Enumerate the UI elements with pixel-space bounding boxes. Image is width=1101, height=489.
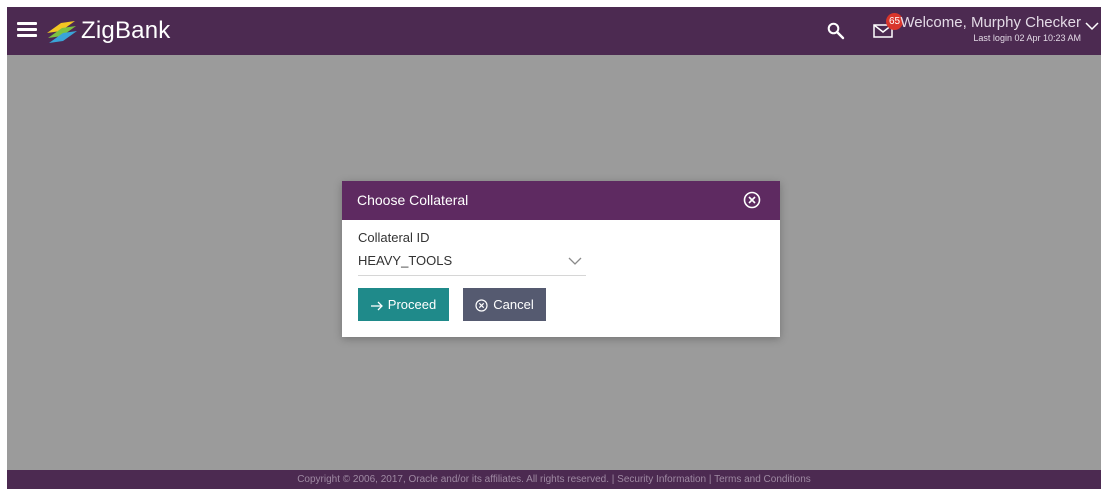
page-footer: Copyright © 2006, 2017, Oracle and/or it…: [7, 470, 1101, 489]
dialog-title: Choose Collateral: [357, 192, 469, 208]
copyright-text: Copyright © 2006, 2017, Oracle and/or it…: [297, 474, 609, 485]
search-icon[interactable]: [827, 22, 845, 40]
top-header: ZigBank 65 Welcome, Murphy Checker Last …: [7, 7, 1101, 55]
arrow-right-icon: [370, 301, 383, 311]
footer-text: Copyright © 2006, 2017, Oracle and/or it…: [7, 474, 1101, 485]
choose-collateral-dialog: Choose Collateral Collateral ID HEAVY_TO…: [342, 181, 780, 337]
chevron-down-icon: [568, 257, 582, 265]
chevron-down-icon[interactable]: [1085, 21, 1099, 31]
close-circle-icon[interactable]: [743, 191, 761, 209]
security-information-link[interactable]: Security Information: [617, 474, 706, 485]
welcome-text: Welcome, Murphy Checker: [900, 14, 1081, 31]
zigbank-logo-icon: [47, 21, 77, 43]
app-frame: ZigBank 65 Welcome, Murphy Checker Last …: [7, 7, 1101, 489]
cancel-circle-icon: [475, 299, 488, 312]
brand-name: ZigBank: [81, 17, 171, 44]
dialog-header: Choose Collateral: [342, 181, 780, 220]
collateral-id-value: HEAVY_TOOLS: [358, 253, 453, 268]
cancel-button[interactable]: Cancel: [463, 288, 546, 321]
menu-icon[interactable]: [17, 22, 37, 38]
collateral-id-label: Collateral ID: [358, 230, 430, 245]
last-login-text: Last login 02 Apr 10:23 AM: [973, 33, 1081, 43]
proceed-label: Proceed: [387, 297, 437, 312]
terms-and-conditions-link[interactable]: Terms and Conditions: [714, 474, 811, 485]
footer-separator: |: [611, 474, 615, 485]
collateral-id-select[interactable]: HEAVY_TOOLS: [358, 249, 586, 276]
user-menu[interactable]: Welcome, Murphy Checker Last login 02 Ap…: [900, 14, 1081, 44]
proceed-button[interactable]: Proceed: [358, 288, 449, 321]
cancel-label: Cancel: [493, 297, 534, 312]
footer-separator: |: [708, 474, 712, 485]
